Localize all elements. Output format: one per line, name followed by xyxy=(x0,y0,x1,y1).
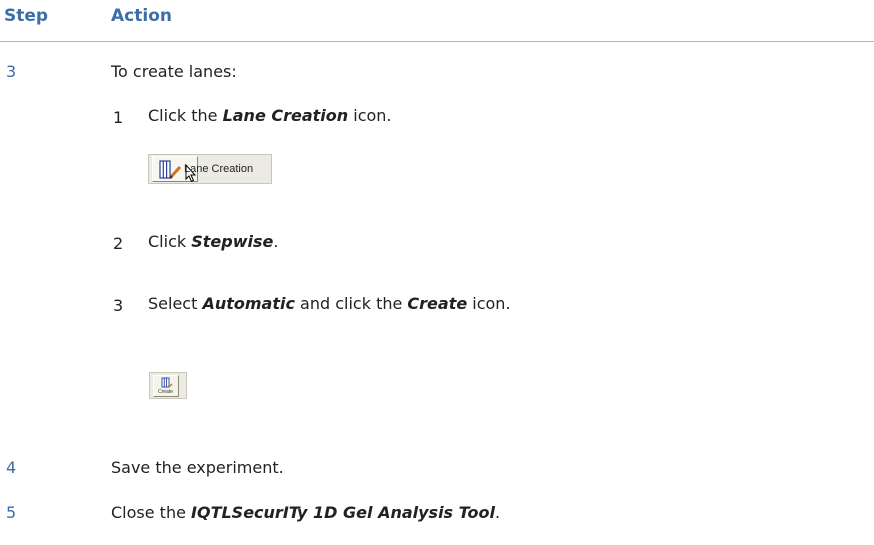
lane-creation-button[interactable]: Lane Creation xyxy=(148,154,272,184)
substep-number: 3 xyxy=(113,296,124,315)
step-number: 3 xyxy=(6,62,17,81)
step-text: To create lanes: xyxy=(111,62,237,81)
substep-text: Click Stepwise. xyxy=(148,232,279,251)
step-number: 5 xyxy=(6,503,17,522)
header-divider xyxy=(0,41,874,42)
step-text: Close the IQTLSecurITy 1D Gel Analysis T… xyxy=(111,503,501,522)
substep-text: Select Automatic and click the Create ic… xyxy=(148,294,511,313)
step-number: 4 xyxy=(6,458,17,477)
create-label: Create xyxy=(158,389,174,395)
create-button[interactable]: Create xyxy=(149,372,187,399)
substep-number: 2 xyxy=(113,234,124,253)
substep-number: 1 xyxy=(113,108,124,127)
step-text: Save the experiment. xyxy=(111,458,284,477)
lane-creation-label: Lane Creation xyxy=(184,163,254,175)
create-lanes-icon: Create xyxy=(153,375,179,397)
column-header-action: Action xyxy=(111,6,172,26)
substep-text: Click the Lane Creation icon. xyxy=(148,106,392,125)
column-header-step: Step xyxy=(4,6,49,26)
